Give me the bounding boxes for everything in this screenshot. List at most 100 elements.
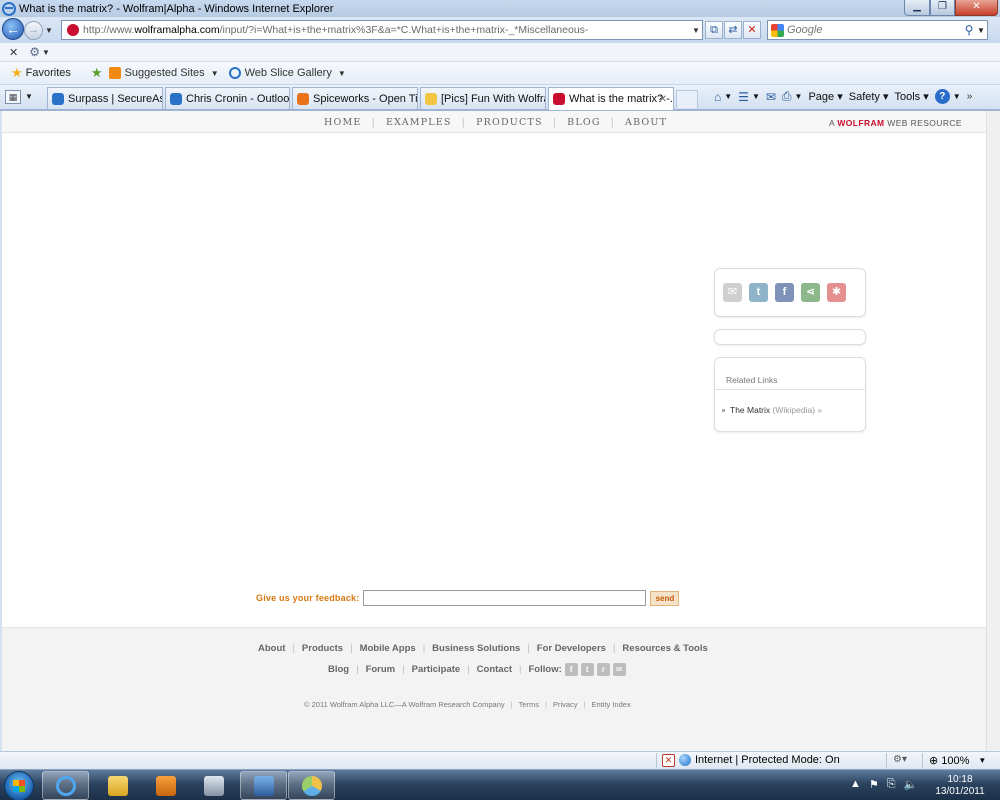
minimize-button[interactable]: ▁ xyxy=(904,0,930,16)
footer-link[interactable]: Products xyxy=(302,643,343,654)
taskbar-internet-explorer[interactable] xyxy=(42,771,89,800)
empty-panel xyxy=(714,329,866,345)
close-window-button[interactable]: ✕ xyxy=(955,0,998,16)
security-zone[interactable]: Internet | Protected Mode: On xyxy=(679,754,840,766)
site-menu-about[interactable]: ABOUT xyxy=(615,117,677,128)
send-feedback-button[interactable]: send xyxy=(650,590,680,606)
taskbar-media-player[interactable] xyxy=(142,771,189,800)
taskbar-network-app[interactable] xyxy=(240,771,287,800)
search-input[interactable]: Google xyxy=(787,24,961,36)
close-tab-icon[interactable]: ✕ xyxy=(659,94,667,105)
footer-link[interactable]: Forum xyxy=(366,664,396,675)
more-commands-icon[interactable]: » xyxy=(967,91,973,102)
blocked-content-icon[interactable]: ✕ xyxy=(662,754,675,767)
tab-list-dropdown-icon[interactable]: ▼ xyxy=(25,92,33,101)
twitter-follow-icon[interactable]: t xyxy=(580,663,594,676)
share-icon[interactable]: ⋖ xyxy=(801,283,820,302)
start-button[interactable] xyxy=(4,771,34,800)
browser-tab[interactable]: [Pics] Fun With Wolfra... xyxy=(420,87,546,109)
taskbar-wolfram-app[interactable] xyxy=(288,771,335,800)
add-to-favorites-icon[interactable]: ★ xyxy=(91,65,103,81)
suggested-sites-button[interactable]: Suggested Sites ▼ xyxy=(108,67,219,79)
site-menu-blog[interactable]: BLOG xyxy=(557,117,610,128)
favorites-button[interactable]: ★ Favorites xyxy=(11,65,71,81)
home-dropdown-icon[interactable]: ▼ xyxy=(724,92,732,101)
tools-menu[interactable]: Tools ▾ xyxy=(895,90,929,103)
stop-icon[interactable]: ✕ xyxy=(743,21,761,39)
twitter-share-icon[interactable]: t xyxy=(749,283,768,302)
related-link-source[interactable]: (Wikipedia) » xyxy=(773,405,823,415)
addon-settings-icon[interactable]: ⚙ xyxy=(29,45,40,59)
back-button[interactable]: ← xyxy=(2,18,24,40)
site-menu-products[interactable]: PRODUCTS xyxy=(466,117,553,128)
network-icon[interactable]: ⎘ xyxy=(887,778,896,791)
browser-tab[interactable]: Surpass | SecureAssess xyxy=(47,87,163,109)
address-bar[interactable]: http://www.wolframalpha.com/input/?i=Wha… xyxy=(61,20,703,40)
help-dropdown-icon[interactable]: ▼ xyxy=(953,92,961,101)
search-options-dropdown-icon[interactable]: ▼ xyxy=(977,26,987,35)
windows-taskbar: ▲ ⚑ ⎘ 🔈 10:18 13/01/2011 xyxy=(0,769,1000,800)
browser-tab[interactable]: Spiceworks - Open Tick... xyxy=(292,87,418,109)
footer-link[interactable]: Resources & Tools xyxy=(622,643,707,654)
read-mail-icon[interactable]: ✉ xyxy=(766,90,776,104)
rss-follow-icon[interactable]: r xyxy=(596,663,610,676)
show-hidden-icons-icon[interactable]: ▲ xyxy=(850,778,861,791)
action-center-flag-icon[interactable]: ⚑ xyxy=(869,778,879,791)
favorites-bar: ★ Favorites ★ Suggested Sites ▼ Web Slic… xyxy=(0,62,1000,85)
address-url[interactable]: http://www.wolframalpha.com/input/?i=Wha… xyxy=(83,24,690,36)
vertical-scrollbar[interactable] xyxy=(986,111,1000,751)
footer-link[interactable]: Blog xyxy=(328,664,349,675)
taskbar-windows-explorer[interactable] xyxy=(94,771,141,800)
forward-button[interactable]: → xyxy=(24,21,43,40)
recent-pages-dropdown[interactable]: ▼ xyxy=(45,26,53,35)
footer-link[interactable]: Business Solutions xyxy=(432,643,520,654)
compatibility-view-icon[interactable]: ⧉ xyxy=(705,21,723,39)
footer-link[interactable]: Contact xyxy=(477,664,512,675)
volume-muted-icon[interactable]: 🔈 xyxy=(904,778,918,791)
address-dropdown-icon[interactable]: ▼ xyxy=(690,26,702,35)
site-menu-home[interactable]: HOME xyxy=(314,117,372,128)
browser-tab[interactable]: Chris Cronin - Outlook ... xyxy=(165,87,290,109)
footer-link[interactable]: Mobile Apps xyxy=(360,643,416,654)
system-clock[interactable]: 10:18 13/01/2011 xyxy=(930,774,990,798)
quick-tabs-icon[interactable]: ▦ xyxy=(5,90,21,104)
browser-tab[interactable]: What is the matrix? -... ✕ xyxy=(548,87,674,110)
feeds-icon[interactable]: ☰ xyxy=(738,90,749,104)
footer-legal-link[interactable]: Entity Index xyxy=(592,700,631,709)
security-zone-label: Internet | Protected Mode: On xyxy=(695,754,840,766)
print-dropdown-icon[interactable]: ▼ xyxy=(795,92,803,101)
footer-legal-link[interactable]: Terms xyxy=(519,700,539,709)
addon-dropdown-icon[interactable]: ▼ xyxy=(42,48,50,57)
footer-link[interactable]: For Developers xyxy=(537,643,606,654)
home-icon[interactable]: ⌂ xyxy=(714,90,721,104)
web-slice-gallery-button[interactable]: Web Slice Gallery ▼ xyxy=(228,67,346,79)
footer-link[interactable]: About xyxy=(258,643,285,654)
footer-legal-link[interactable]: Privacy xyxy=(553,700,578,709)
new-tab-button[interactable] xyxy=(676,90,698,108)
footer-separator: | xyxy=(510,700,513,709)
feeds-dropdown-icon[interactable]: ▼ xyxy=(752,92,760,101)
maximize-button[interactable]: ❐ xyxy=(930,0,955,16)
related-link-the-matrix[interactable]: The Matrix xyxy=(730,405,770,415)
email-share-icon[interactable]: ✉ xyxy=(723,283,742,302)
refresh-icon[interactable]: ⇄ xyxy=(724,21,742,39)
footer-link[interactable]: Participate xyxy=(412,664,461,675)
settings-share-icon[interactable]: ✱ xyxy=(827,283,846,302)
facebook-share-icon[interactable]: f xyxy=(775,283,794,302)
page-menu[interactable]: Page ▾ xyxy=(808,90,842,103)
wolfram-resource-tagline[interactable]: A WOLFRAM WEB RESOURCE xyxy=(829,118,962,128)
search-box[interactable]: Google ⚲ ▼ xyxy=(767,20,988,40)
email-follow-icon[interactable]: ✉ xyxy=(612,663,626,676)
help-icon[interactable]: ? xyxy=(934,89,950,104)
safety-menu[interactable]: Safety ▾ xyxy=(849,90,889,103)
print-icon[interactable]: ⎙ xyxy=(782,89,792,104)
site-menu-examples[interactable]: EXAMPLES xyxy=(376,117,462,128)
protected-mode-settings-icon[interactable]: ⚙▾ xyxy=(893,754,907,765)
feedback-input[interactable] xyxy=(363,590,647,606)
search-icon[interactable]: ⚲ xyxy=(961,23,977,37)
zoom-level[interactable]: ⊕ 100% ▼ xyxy=(929,754,986,768)
related-link-item[interactable]: The Matrix (Wikipedia) » xyxy=(722,405,822,415)
close-toolbar-icon[interactable]: ✕ xyxy=(9,46,18,59)
taskbar-remote-desktop[interactable] xyxy=(190,771,237,800)
facebook-follow-icon[interactable]: f xyxy=(564,663,578,676)
